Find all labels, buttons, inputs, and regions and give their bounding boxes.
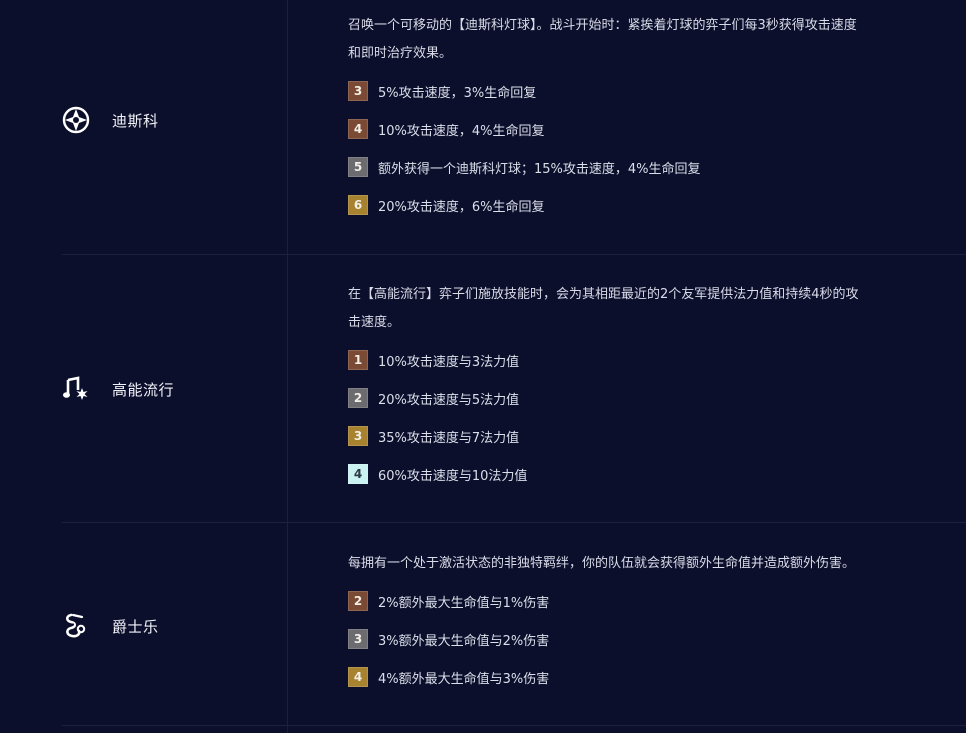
tier-badge: 5 bbox=[348, 157, 368, 177]
tier-effect: 4%额外最大生命值与3%伤害 bbox=[378, 671, 550, 687]
tier-row: 3 3%额外最大生命值与2%伤害 bbox=[348, 628, 549, 650]
tier-row: 3 5%攻击速度，3%生命回复 bbox=[348, 80, 536, 102]
tier-badge: 3 bbox=[348, 629, 368, 649]
tier-effect: 20%攻击速度，6%生命回复 bbox=[378, 199, 545, 215]
trait-description: 每拥有一个处于激活状态的非独特羁绊，你的队伍就会获得额外生命值并造成额外伤害。 bbox=[348, 550, 908, 578]
description-line: 召唤一个可移动的【迪斯科灯球】。战斗开始时：紧挨着灯球的弈子们每3秒获得攻击速度 bbox=[348, 18, 857, 33]
tier-effect: 10%攻击速度，4%生命回复 bbox=[378, 123, 545, 139]
row-divider bbox=[62, 725, 966, 726]
tier-row: 4 60%攻击速度与10法力值 bbox=[348, 463, 527, 485]
trait-name: 迪斯科 bbox=[112, 111, 159, 130]
trait-name-cell-disco: 迪斯科 bbox=[62, 105, 159, 135]
music-note-spark-icon bbox=[62, 375, 90, 403]
description-line: 每拥有一个处于激活状态的非独特羁绊，你的队伍就会获得额外生命值并造成额外伤害。 bbox=[348, 556, 856, 571]
saxophone-icon bbox=[62, 612, 90, 640]
tier-row: 3 35%攻击速度与7法力值 bbox=[348, 425, 519, 447]
trait-description: 召唤一个可移动的【迪斯科灯球】。战斗开始时：紧挨着灯球的弈子们每3秒获得攻击速度… bbox=[348, 12, 908, 68]
tier-badge: 1 bbox=[348, 350, 368, 370]
tier-effect: 5%攻击速度，3%生命回复 bbox=[378, 85, 537, 101]
tier-badge: 4 bbox=[348, 667, 368, 687]
tier-effect: 60%攻击速度与10法力值 bbox=[378, 468, 528, 484]
trait-name-cell-jazz: 爵士乐 bbox=[62, 611, 159, 641]
tier-effect: 2%额外最大生命值与1%伤害 bbox=[378, 595, 550, 611]
trait-table: 迪斯科 召唤一个可移动的【迪斯科灯球】。战斗开始时：紧挨着灯球的弈子们每3秒获得… bbox=[0, 0, 966, 733]
description-line: 击速度。 bbox=[348, 315, 401, 330]
tier-badge: 4 bbox=[348, 119, 368, 139]
trait-name: 爵士乐 bbox=[112, 617, 159, 636]
trait-name: 高能流行 bbox=[112, 380, 175, 399]
tier-badge: 3 bbox=[348, 426, 368, 446]
tier-badge: 2 bbox=[348, 388, 368, 408]
tier-badge: 3 bbox=[348, 81, 368, 101]
tier-row: 2 20%攻击速度与5法力值 bbox=[348, 387, 519, 409]
tier-badge: 4 bbox=[348, 464, 368, 484]
tier-row: 2 2%额外最大生命值与1%伤害 bbox=[348, 590, 549, 612]
tier-row: 6 20%攻击速度，6%生命回复 bbox=[348, 194, 545, 216]
disco-ball-icon bbox=[62, 106, 90, 134]
row-divider bbox=[62, 522, 966, 523]
tier-row: 4 10%攻击速度，4%生命回复 bbox=[348, 118, 545, 140]
description-line: 和即时治疗效果。 bbox=[348, 46, 453, 61]
row-divider bbox=[62, 254, 966, 255]
tier-row: 4 4%额外最大生命值与3%伤害 bbox=[348, 666, 549, 688]
tier-effect: 额外获得一个迪斯科灯球；15%攻击速度，4%生命回复 bbox=[378, 161, 701, 177]
tier-effect: 10%攻击速度与3法力值 bbox=[378, 354, 520, 370]
trait-description: 在【高能流行】弈子们施放技能时，会为其相距最近的2个友军提供法力值和持续4秒的攻… bbox=[348, 281, 908, 337]
tier-effect: 35%攻击速度与7法力值 bbox=[378, 430, 520, 446]
column-divider bbox=[287, 0, 288, 733]
tier-effect: 20%攻击速度与5法力值 bbox=[378, 392, 520, 408]
trait-name-cell-hyperpop: 高能流行 bbox=[62, 374, 174, 404]
tier-row: 5 额外获得一个迪斯科灯球；15%攻击速度，4%生命回复 bbox=[348, 156, 701, 178]
tier-row: 1 10%攻击速度与3法力值 bbox=[348, 349, 519, 371]
description-line: 在【高能流行】弈子们施放技能时，会为其相距最近的2个友军提供法力值和持续4秒的攻 bbox=[348, 287, 859, 302]
tier-effect: 3%额外最大生命值与2%伤害 bbox=[378, 633, 550, 649]
tier-badge: 2 bbox=[348, 591, 368, 611]
tier-badge: 6 bbox=[348, 195, 368, 215]
